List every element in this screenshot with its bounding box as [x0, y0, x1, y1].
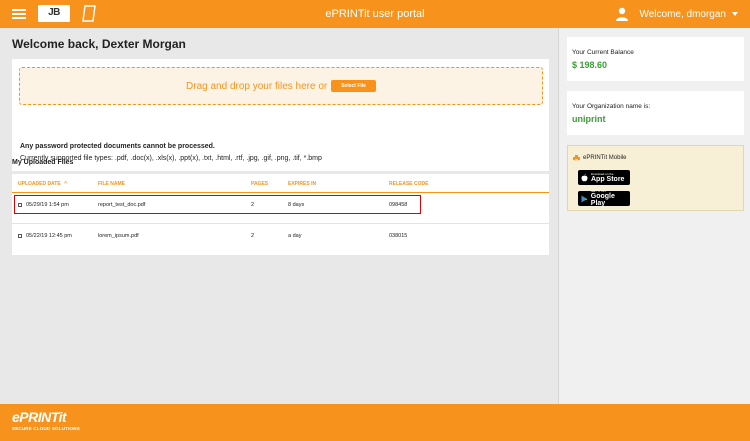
- column-file-name[interactable]: FILE NAME: [98, 181, 125, 187]
- google-play-big: Google Play: [590, 193, 615, 207]
- user-icon: [616, 7, 629, 21]
- select-file-button[interactable]: Select File: [331, 80, 376, 92]
- file-dropzone[interactable]: Drag and drop your files here or Select …: [19, 67, 543, 105]
- footer-logo: ePRINTit SECURE CLOUD SOLUTIONS: [12, 409, 80, 431]
- right-sidebar: Your Current Balance $ 198.60 Your Organ…: [558, 28, 750, 404]
- row-highlight-box: [14, 195, 421, 214]
- top-bar: JB ePRINTit user portal Welcome, dmorgan: [0, 0, 750, 28]
- user-welcome: Welcome, dmorgan: [639, 8, 726, 20]
- printer-icon: [573, 155, 580, 161]
- app-store-big: App Store: [591, 175, 625, 183]
- balance-value: $ 198.60: [572, 60, 608, 70]
- apple-icon: [581, 173, 588, 181]
- upload-card: Drag and drop your files here or Select …: [12, 59, 549, 171]
- mobile-title-text: ePRINTit Mobile: [583, 155, 627, 161]
- user-menu[interactable]: Welcome, dmorgan: [615, 0, 738, 28]
- mobile-card: ePRINTit Mobile Download on the App Stor…: [567, 145, 744, 211]
- balance-card: Your Current Balance $ 198.60: [567, 37, 744, 81]
- app-logo[interactable]: JB: [38, 5, 70, 22]
- footer: ePRINTit SECURE CLOUD SOLUTIONS: [0, 404, 750, 441]
- footer-tagline: SECURE CLOUD SOLUTIONS: [12, 426, 80, 431]
- logo-text: JB: [48, 7, 60, 18]
- column-pages[interactable]: PAGES: [251, 181, 268, 187]
- app-store-button[interactable]: Download on the App Store: [578, 170, 630, 185]
- menu-icon[interactable]: [12, 9, 26, 19]
- chevron-down-icon: [732, 12, 738, 16]
- password-warning: Any password protected documents cannot …: [20, 143, 215, 150]
- google-play-button[interactable]: GET IT ON Google Play: [578, 190, 630, 207]
- footer-logo-text: ePRINTit: [12, 409, 67, 425]
- mobile-title: ePRINTit Mobile: [573, 155, 626, 161]
- files-table: UPLOADED DATE ^ FILE NAME PAGES EXPIRES …: [12, 174, 549, 255]
- main-content: Welcome back, Dexter Morgan Drag and dro…: [0, 28, 558, 404]
- dropzone-text: Drag and drop your files here or: [186, 80, 328, 92]
- row-expires: a day: [288, 233, 302, 239]
- files-section-title: My Uploaded Files: [12, 159, 74, 166]
- column-release-code[interactable]: RELEASE CODE: [389, 181, 428, 187]
- organization-value: uniprint: [572, 114, 606, 124]
- row-checkbox[interactable]: [18, 234, 22, 238]
- row-release-code: 038015: [389, 233, 408, 239]
- table-row[interactable]: 05/22/19 12:45 pm lorem_ipsum.pdf 2 a da…: [12, 224, 549, 254]
- row-date: 05/22/19 12:45 pm: [26, 233, 72, 239]
- row-pages: 2: [251, 233, 255, 239]
- document-icon[interactable]: [82, 5, 96, 22]
- balance-label: Your Current Balance: [572, 49, 634, 56]
- organization-label: Your Organization name is:: [572, 103, 651, 110]
- column-uploaded-date[interactable]: UPLOADED DATE ^: [18, 181, 67, 187]
- page-title: Welcome back, Dexter Morgan: [12, 37, 186, 51]
- sort-ascending-icon: ^: [64, 181, 67, 187]
- column-expires[interactable]: EXPIRES IN: [288, 181, 316, 187]
- row-file-name: lorem_ipsum.pdf: [98, 233, 139, 239]
- column-uploaded-label: UPLOADED DATE: [18, 181, 61, 187]
- google-play-icon: [581, 195, 588, 202]
- organization-card: Your Organization name is: uniprint: [567, 91, 744, 135]
